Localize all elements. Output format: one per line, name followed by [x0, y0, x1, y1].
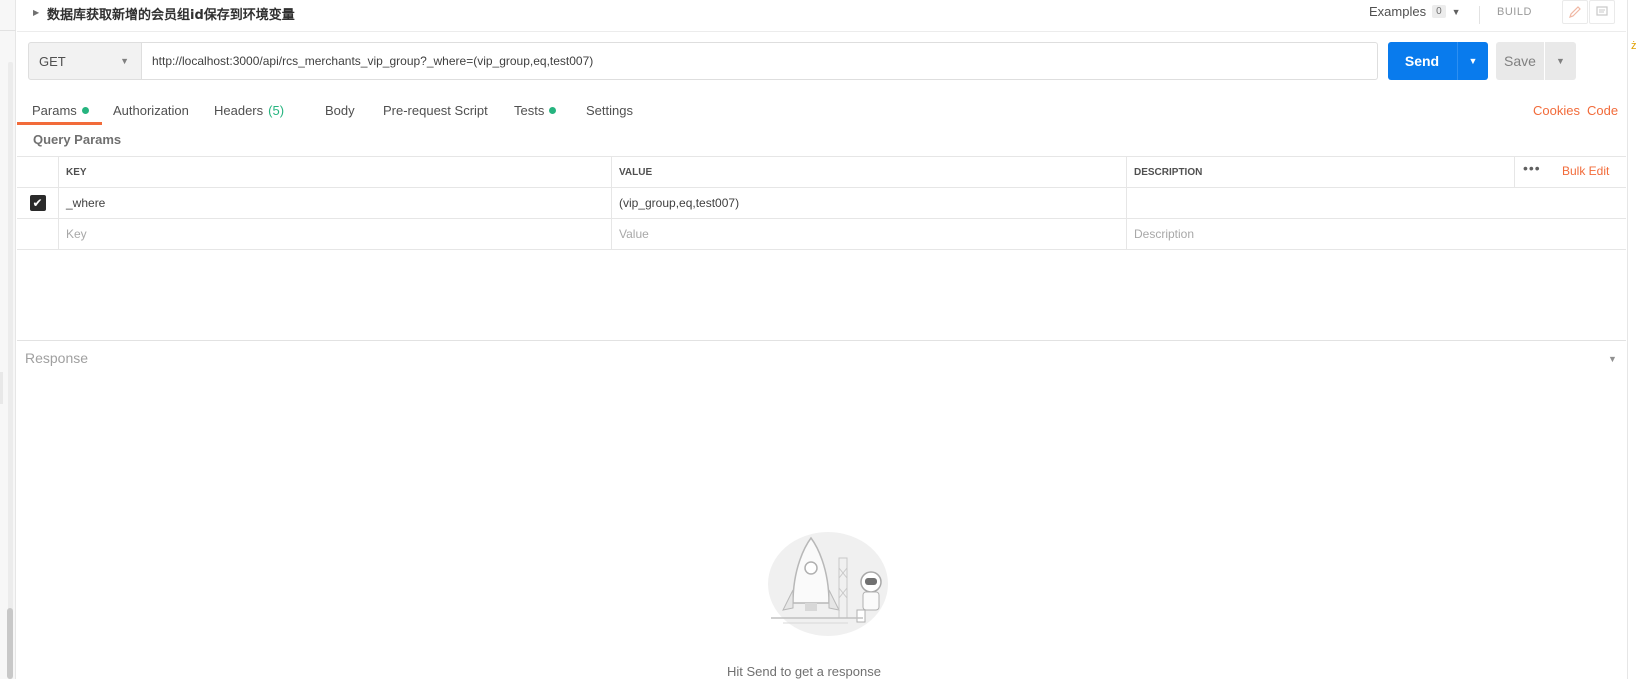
divider	[1514, 157, 1515, 187]
active-tab-indicator	[17, 122, 102, 125]
caret-right-icon[interactable]: ▶	[33, 8, 39, 17]
examples-label: Examples	[1369, 4, 1427, 19]
empty-response-hint: Hit Send to get a response	[727, 664, 881, 679]
tab-params[interactable]: Params	[32, 96, 89, 124]
table-row: ✔ _where (vip_group,eq,test007)	[17, 188, 1626, 219]
status-dot-icon	[81, 106, 89, 114]
request-header: ▶ 数据库获取新增的会员组id保存到环境变量 Examples 0 ▼ BUIL…	[17, 0, 1626, 32]
check-icon: ✔	[32, 196, 43, 210]
sidebar-edge	[0, 0, 16, 679]
comment-icon[interactable]	[1589, 0, 1615, 24]
url-bar: GET ▼ http://localhost:3000/api/rcs_merc…	[28, 42, 1618, 80]
tab-label: Headers	[214, 102, 264, 118]
sidebar-selection-marker	[0, 372, 3, 404]
rocket-illustration-svg	[768, 532, 888, 636]
response-title: Response	[25, 350, 89, 366]
description-column-header: DESCRIPTION	[1126, 157, 1526, 187]
chevron-down-icon[interactable]: ▼	[1608, 354, 1617, 364]
sidebar-scrollbar-thumb[interactable]	[7, 608, 13, 679]
tab-label: Body	[325, 102, 355, 118]
tab-tests[interactable]: Tests	[514, 96, 557, 124]
param-enabled-cell: ✔	[17, 188, 58, 218]
build-mode-label[interactable]: BUILD	[1497, 6, 1532, 18]
sidebar-scrollbar-track[interactable]	[8, 62, 13, 679]
divider	[1479, 6, 1480, 24]
request-name[interactable]: 数据库获取新增的会员组id保存到环境变量	[47, 4, 295, 23]
divider	[0, 30, 16, 31]
tab-body[interactable]: Body	[325, 96, 355, 124]
tab-pre-request-script[interactable]: Pre-request Script	[383, 96, 488, 124]
new-param-checkbox-cell	[17, 219, 58, 249]
tab-label: Settings	[586, 102, 633, 118]
tab-label: Pre-request Script	[383, 102, 488, 118]
checkbox-column-header	[17, 157, 58, 187]
status-dot-icon	[549, 106, 557, 114]
headers-count: (5)	[268, 102, 285, 118]
examples-count-badge: 0	[1432, 5, 1446, 18]
request-tabs: Params Authorization Headers (5) Body Pr…	[17, 96, 1626, 126]
cookies-link[interactable]: Cookies	[1533, 96, 1580, 124]
tab-label: Params	[32, 102, 77, 118]
rocket-astronaut-illustration	[753, 528, 903, 643]
chevron-down-icon: ▼	[1451, 6, 1461, 17]
save-button[interactable]: Save ▼	[1496, 42, 1576, 80]
tab-headers[interactable]: Headers (5)	[214, 96, 284, 124]
bulk-edit-link[interactable]: Bulk Edit	[1562, 164, 1609, 178]
send-options-chevron-icon[interactable]: ▼	[1458, 42, 1488, 80]
pencil-icon[interactable]	[1562, 0, 1588, 24]
comment-icon-svg	[1596, 6, 1608, 16]
query-params-table: KEY VALUE DESCRIPTION ••• Bulk Edit ✔ _w…	[17, 156, 1626, 250]
tab-label: Authorization	[113, 102, 189, 118]
param-key-cell[interactable]: _where	[58, 188, 611, 218]
table-row-new: Key Value Description	[17, 219, 1626, 250]
send-button-label[interactable]: Send	[1388, 42, 1456, 80]
save-button-label[interactable]: Save	[1496, 42, 1544, 80]
right-panel-edge: ż	[1627, 0, 1641, 679]
value-column-header: VALUE	[611, 157, 1126, 187]
new-description-input[interactable]: Description	[1126, 219, 1626, 249]
query-params-title: Query Params	[33, 132, 122, 147]
send-button[interactable]: Send ▼	[1388, 42, 1488, 80]
new-key-input[interactable]: Key	[58, 219, 611, 249]
tab-settings[interactable]: Settings	[586, 96, 633, 124]
pencil-icon-svg	[1569, 6, 1581, 18]
save-options-chevron-icon[interactable]: ▼	[1545, 42, 1576, 80]
request-editor: ▶ 数据库获取新增的会员组id保存到环境变量 Examples 0 ▼ BUIL…	[17, 0, 1626, 679]
key-column-header: KEY	[58, 157, 611, 187]
examples-dropdown[interactable]: Examples 0 ▼	[1369, 4, 1461, 19]
chevron-down-icon: ▼	[120, 56, 129, 66]
new-value-input[interactable]: Value	[611, 219, 1126, 249]
code-link[interactable]: Code	[1587, 96, 1618, 124]
more-options-icon[interactable]: •••	[1523, 160, 1541, 176]
param-enabled-checkbox[interactable]: ✔	[29, 195, 46, 211]
tab-label: Tests	[514, 102, 545, 118]
param-description-cell[interactable]	[1126, 188, 1626, 218]
response-divider[interactable]	[17, 340, 1626, 341]
method-value: GET	[39, 53, 66, 69]
param-value-cell[interactable]: (vip_group,eq,test007)	[611, 188, 1126, 218]
table-header-row: KEY VALUE DESCRIPTION ••• Bulk Edit	[17, 157, 1626, 188]
tab-authorization[interactable]: Authorization	[113, 96, 189, 124]
right-panel-glyph: ż	[1631, 40, 1637, 52]
method-select[interactable]: GET ▼	[28, 42, 142, 80]
url-input[interactable]: http://localhost:3000/api/rcs_merchants_…	[142, 42, 1378, 80]
